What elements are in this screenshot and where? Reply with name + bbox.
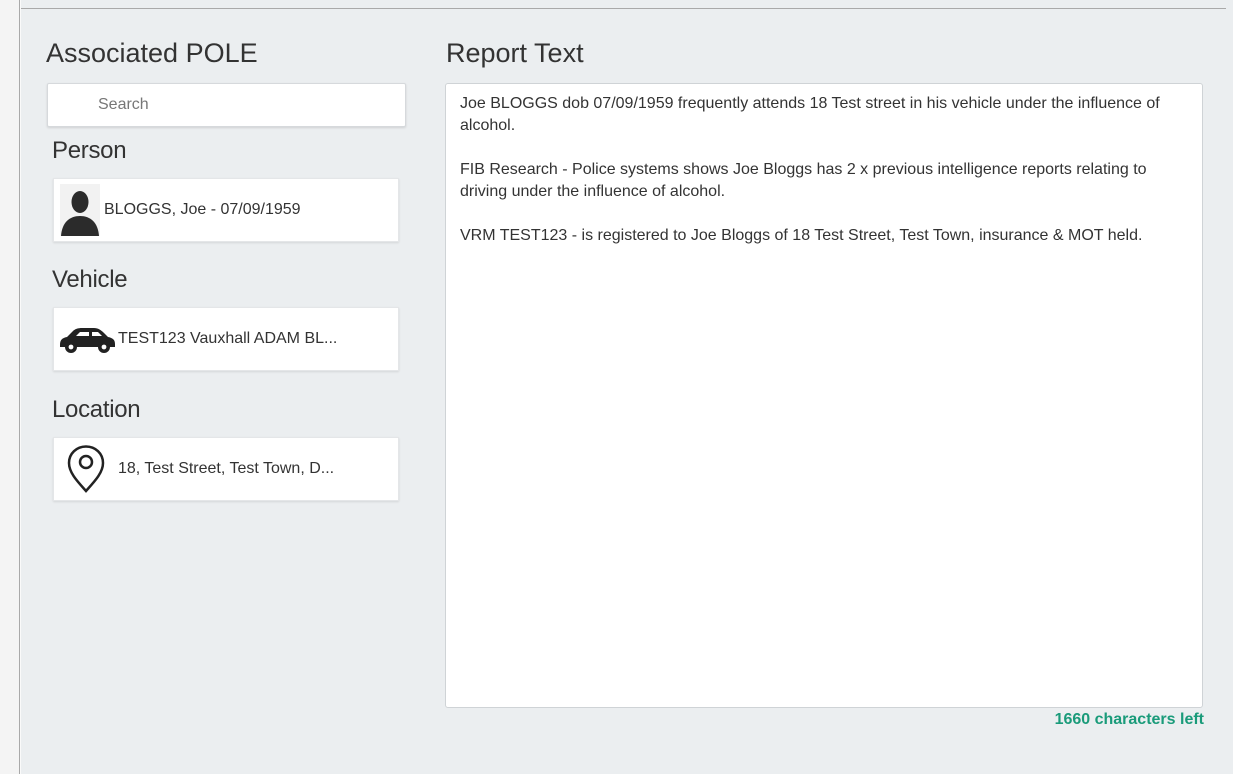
map-pin-icon (67, 445, 105, 493)
vehicle-card[interactable]: TEST123 Vauxhall ADAM BL... (53, 307, 399, 371)
report-text-title: Report Text (446, 38, 584, 68)
person-avatar-icon (60, 184, 100, 236)
left-rail (0, 0, 20, 774)
report-panel: Associated POLE Person BLOGGS, Joe - 07/… (21, 0, 1233, 774)
location-label: 18, Test Street, Test Town, D... (118, 460, 335, 477)
person-heading: Person (52, 137, 127, 164)
associated-pole-title: Associated POLE (46, 38, 258, 68)
person-card[interactable]: BLOGGS, Joe - 07/09/1959 (53, 178, 399, 242)
car-icon (60, 328, 115, 353)
location-heading: Location (52, 396, 141, 423)
report-text-input[interactable]: Joe BLOGGS dob 07/09/1959 frequently att… (445, 83, 1203, 708)
location-card[interactable]: 18, Test Street, Test Town, D... (53, 437, 399, 501)
pole-search-input[interactable] (47, 83, 406, 127)
person-label: BLOGGS, Joe - 07/09/1959 (104, 201, 301, 218)
vehicle-heading: Vehicle (52, 266, 128, 293)
characters-left-counter: 1660 characters left (1054, 711, 1204, 728)
panel-divider (21, 8, 1226, 9)
vehicle-label: TEST123 Vauxhall ADAM BL... (118, 330, 338, 347)
